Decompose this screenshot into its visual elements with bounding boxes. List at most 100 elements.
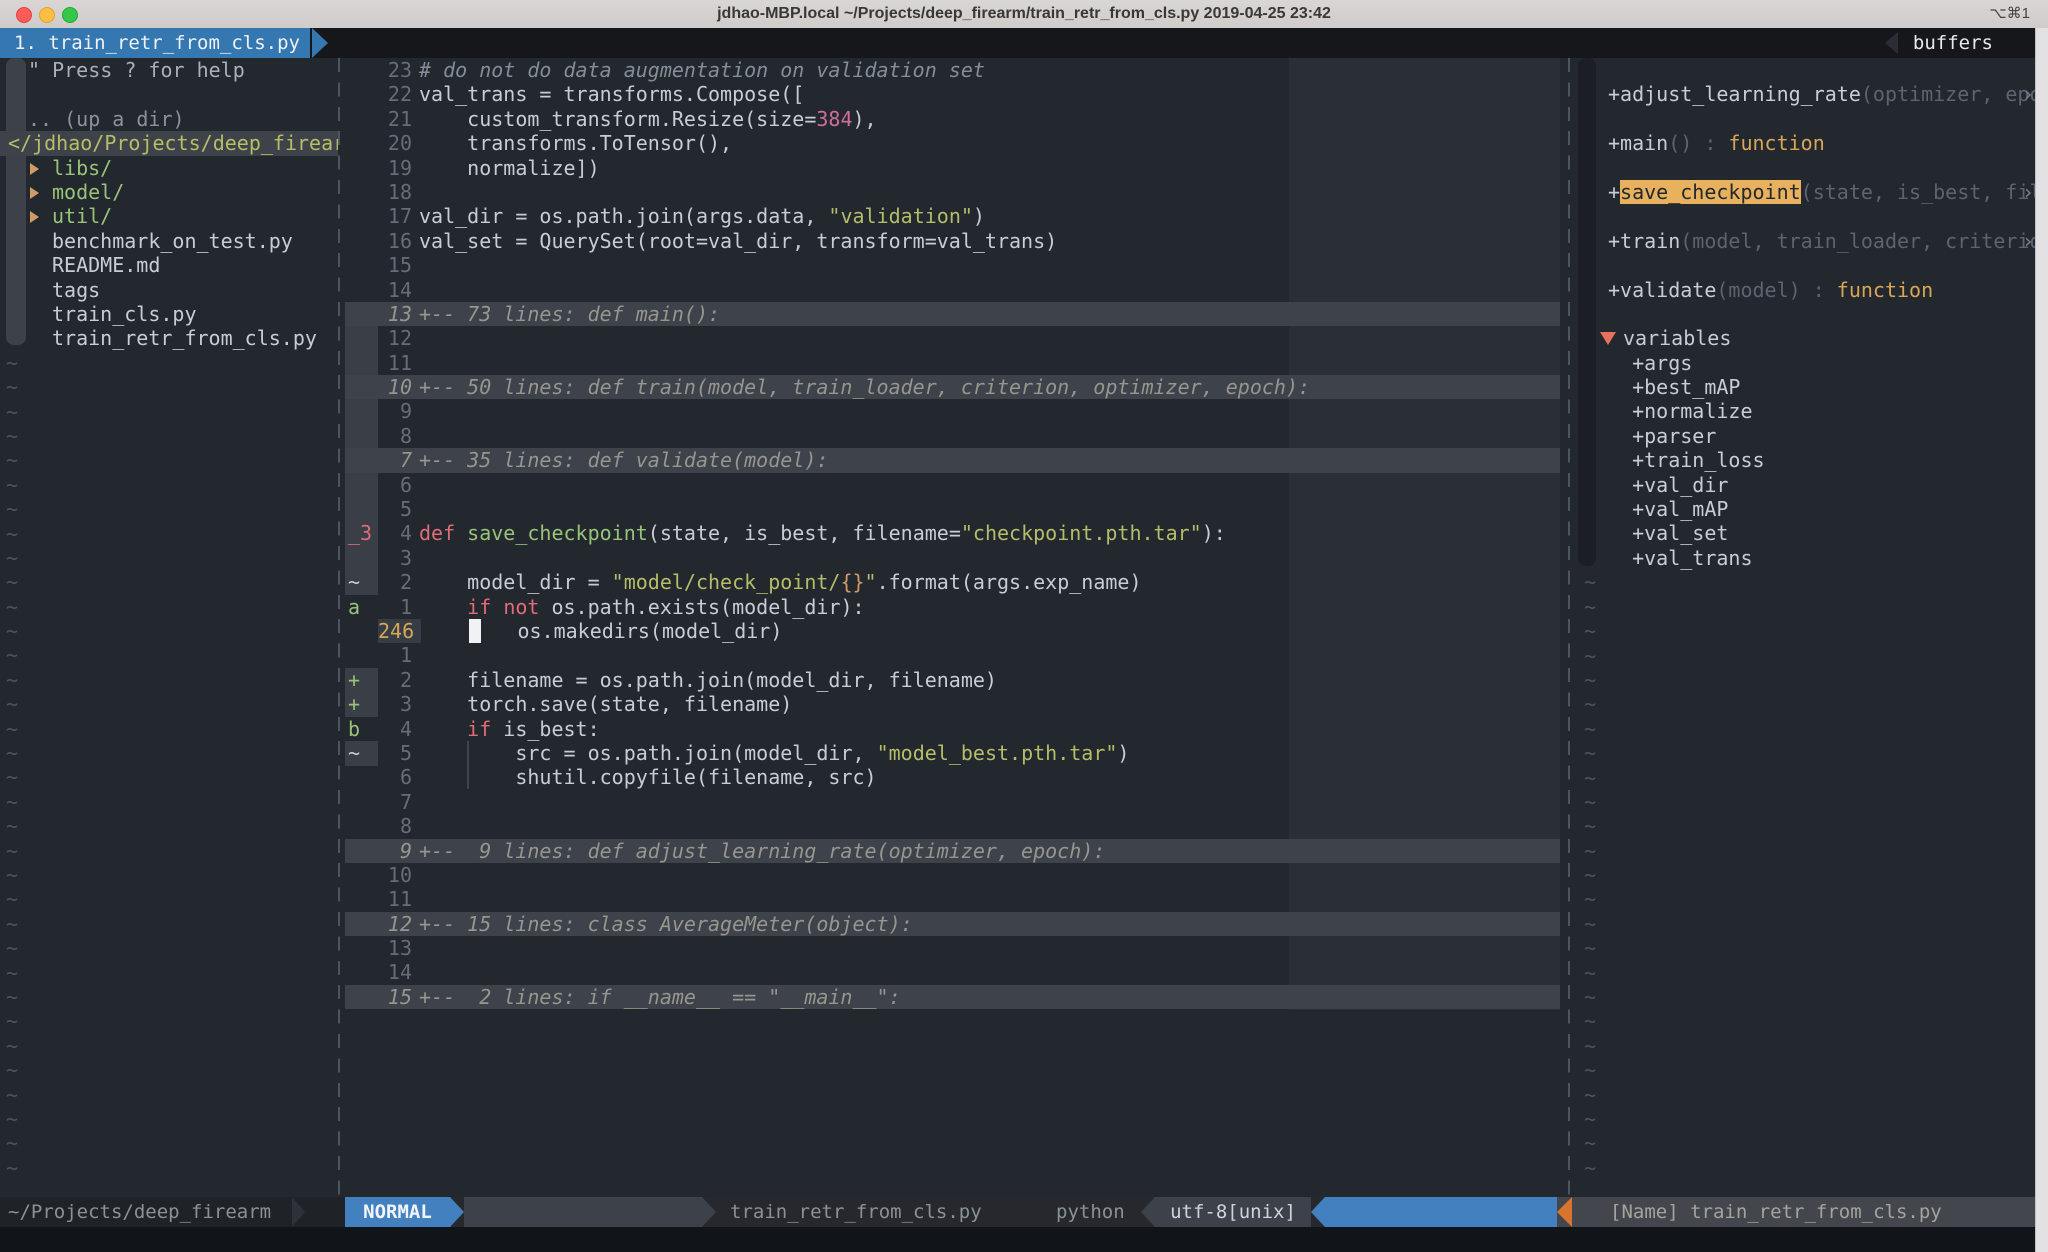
nerdtree-item[interactable]: train_cls.py xyxy=(0,302,338,326)
tagbar-item[interactable] xyxy=(1578,156,2048,180)
tagbar-item[interactable]: +parser xyxy=(1578,424,2048,448)
code-text: +-- 2 lines: if __name__ == "__main__": xyxy=(419,985,1560,1009)
editor-line[interactable]: 1 xyxy=(345,643,1560,667)
sign-column-cell xyxy=(345,960,378,984)
editor-line[interactable]: 7 +-- 35 lines: def validate(model): xyxy=(345,448,1560,472)
editor-line[interactable]: a 1 if not os.path.exists(model_dir): xyxy=(345,595,1560,619)
editor-line[interactable]: 3 xyxy=(345,546,1560,570)
editor-line[interactable]: 9 xyxy=(345,399,1560,423)
editor-line[interactable]: 12 xyxy=(345,326,1560,350)
editor-line[interactable]: 14 xyxy=(345,278,1560,302)
tagbar-item[interactable]: +val_set xyxy=(1578,521,2048,545)
nerdtree-item[interactable]: benchmark_on_test.py xyxy=(0,229,338,253)
editor-line[interactable]: 11 xyxy=(345,887,1560,911)
editor-line[interactable]: 13 xyxy=(345,936,1560,960)
editor-line[interactable]: b 4 if is_best: xyxy=(345,717,1560,741)
editor-line[interactable]: 17 val_dir = os.path.join(args.data, "va… xyxy=(345,204,1560,228)
editor-line[interactable]: + 2 filename = os.path.join(model_dir, f… xyxy=(345,668,1560,692)
editor-line[interactable]: 23 # do not do data augmentation on vali… xyxy=(345,58,1560,82)
line-number: 18 xyxy=(378,180,419,204)
editor-line[interactable]: 18 xyxy=(345,180,1560,204)
nerdtree-item[interactable]: tags xyxy=(0,278,338,302)
line-number: 246 xyxy=(378,619,421,643)
nerdtree-item[interactable]: libs/ xyxy=(0,156,338,180)
tagbar-item[interactable]: +normalize xyxy=(1578,399,2048,423)
editor-line[interactable]: + 3 torch.save(state, filename) xyxy=(345,692,1560,716)
editor-line[interactable]: 8 xyxy=(345,814,1560,838)
tagbar-item[interactable]: +main() : function xyxy=(1578,131,2048,155)
editor-line[interactable]: 15 +-- 2 lines: if __name__ == "__main__… xyxy=(345,985,1560,1009)
editor-line[interactable]: ~ 2 model_dir = "model/check_point/{}".f… xyxy=(345,570,1560,594)
editor-window[interactable]: 23 # do not do data augmentation on vali… xyxy=(345,58,1560,1197)
tagbar-item[interactable]: +val_mAP xyxy=(1578,497,2048,521)
tagbar-item[interactable]: +save_checkpoint(state, is_best, fil› xyxy=(1578,180,2048,204)
editor-line[interactable]: 7 xyxy=(345,790,1560,814)
tagbar-item[interactable]: +validate(model) : function xyxy=(1578,278,2048,302)
editor-line[interactable]: 20 transforms.ToTensor(), xyxy=(345,131,1560,155)
editor-line[interactable]: 10 +-- 50 lines: def train(model, train_… xyxy=(345,375,1560,399)
sign-column-cell: + xyxy=(345,668,378,692)
editor-line[interactable]: 13 +-- 73 lines: def main(): xyxy=(345,302,1560,326)
line-number: 14 xyxy=(378,278,419,302)
editor-line[interactable]: 11 xyxy=(345,351,1560,375)
code-text: val_trans = transforms.Compose([ xyxy=(419,82,1560,106)
tagbar-item[interactable] xyxy=(1578,107,2048,131)
code-text xyxy=(419,863,1560,887)
window-separator-left[interactable] xyxy=(338,58,340,1197)
window-separator-right[interactable] xyxy=(1568,58,1570,1197)
editor-line[interactable]: 15 xyxy=(345,253,1560,277)
code-text: +-- 35 lines: def validate(model): xyxy=(419,448,1560,472)
code-text: +-- 9 lines: def adjust_learning_rate(op… xyxy=(419,839,1560,863)
editor-line[interactable]: 16 val_set = QuerySet(root=val_dir, tran… xyxy=(345,229,1560,253)
tagbar-item[interactable] xyxy=(1578,204,2048,228)
tagbar-item[interactable] xyxy=(1578,58,2048,82)
editor-line[interactable]: 22 val_trans = transforms.Compose([ xyxy=(345,82,1560,106)
nerdtree-item[interactable]: README.md xyxy=(0,253,338,277)
editor-line[interactable]: 246 os.makedirs(model_dir) xyxy=(345,619,1560,643)
code-text xyxy=(419,326,1560,350)
sign-column-cell: _3 xyxy=(345,521,378,545)
editor-line[interactable]: 14 xyxy=(345,960,1560,984)
nerdtree-item[interactable]: util/ xyxy=(0,204,338,228)
tagbar-item[interactable]: +best_mAP xyxy=(1578,375,2048,399)
editor-line[interactable]: _3 4 def save_checkpoint(state, is_best,… xyxy=(345,521,1560,545)
code-text: +-- 15 lines: class AverageMeter(object)… xyxy=(419,912,1560,936)
editor-line[interactable]: 9 +-- 9 lines: def adjust_learning_rate(… xyxy=(345,839,1560,863)
nerdtree-item[interactable]: " Press ? for help xyxy=(0,58,338,82)
editor-line[interactable]: ~ 5 src = os.path.join(model_dir, "model… xyxy=(345,741,1560,765)
chevron-icon xyxy=(1311,1197,1325,1227)
sign-column-cell xyxy=(345,326,378,350)
line-number: 8 xyxy=(378,424,419,448)
tagbar-item[interactable]: +train(model, train_loader, criterio› xyxy=(1578,229,2048,253)
nerdtree-item[interactable]: train_retr_from_cls.py xyxy=(0,326,338,350)
statusline-filename: train_retr_from_cls.py xyxy=(730,1197,982,1227)
tagbar-item[interactable] xyxy=(1578,253,2048,277)
tagbar-item[interactable]: +val_trans xyxy=(1578,546,2048,570)
editor-line[interactable]: 6 xyxy=(345,473,1560,497)
editor-line[interactable]: 19 normalize]) xyxy=(345,156,1560,180)
tagbar-item[interactable] xyxy=(1578,302,2048,326)
editor-line[interactable]: 12 +-- 15 lines: class AverageMeter(obje… xyxy=(345,912,1560,936)
editor-line[interactable]: 8 xyxy=(345,424,1560,448)
tagbar-item[interactable]: +adjust_learning_rate(optimizer, epo› xyxy=(1578,82,2048,106)
tagbar-item[interactable]: variables xyxy=(1578,326,2048,350)
nerdtree-item[interactable] xyxy=(0,82,338,106)
nerdtree-item[interactable]: model/ xyxy=(0,180,338,204)
tagbar-item[interactable]: +args xyxy=(1578,351,2048,375)
sign-column-cell xyxy=(345,473,378,497)
tagbar-item[interactable]: +val_dir xyxy=(1578,473,2048,497)
editor-line[interactable]: 6 shutil.copyfile(filename, src) xyxy=(345,765,1560,789)
nerdtree-item[interactable]: .. (up a dir) xyxy=(0,107,338,131)
nerdtree-end-of-buffer: ~~~~~~~~~~~~~~~~~~~~~~~~~~~~~~~~~~ xyxy=(6,351,18,1180)
vim-command-line[interactable] xyxy=(0,1227,2048,1252)
editor-line[interactable]: 10 xyxy=(345,863,1560,887)
nerdtree-item[interactable]: </jdhao/Projects/deep_firear› xyxy=(0,131,338,155)
line-number: 17 xyxy=(378,204,419,228)
editor-line[interactable]: 5 xyxy=(345,497,1560,521)
buffer-tab[interactable]: 1. train_retr_from_cls.py xyxy=(0,28,310,58)
editor-line[interactable]: 21 custom_transform.Resize(size=384), xyxy=(345,107,1560,131)
terminal-scrollbar[interactable] xyxy=(2035,28,2048,1252)
sign-column-cell xyxy=(345,82,378,106)
line-number: 3 xyxy=(378,546,419,570)
tagbar-item[interactable]: +train_loss xyxy=(1578,448,2048,472)
